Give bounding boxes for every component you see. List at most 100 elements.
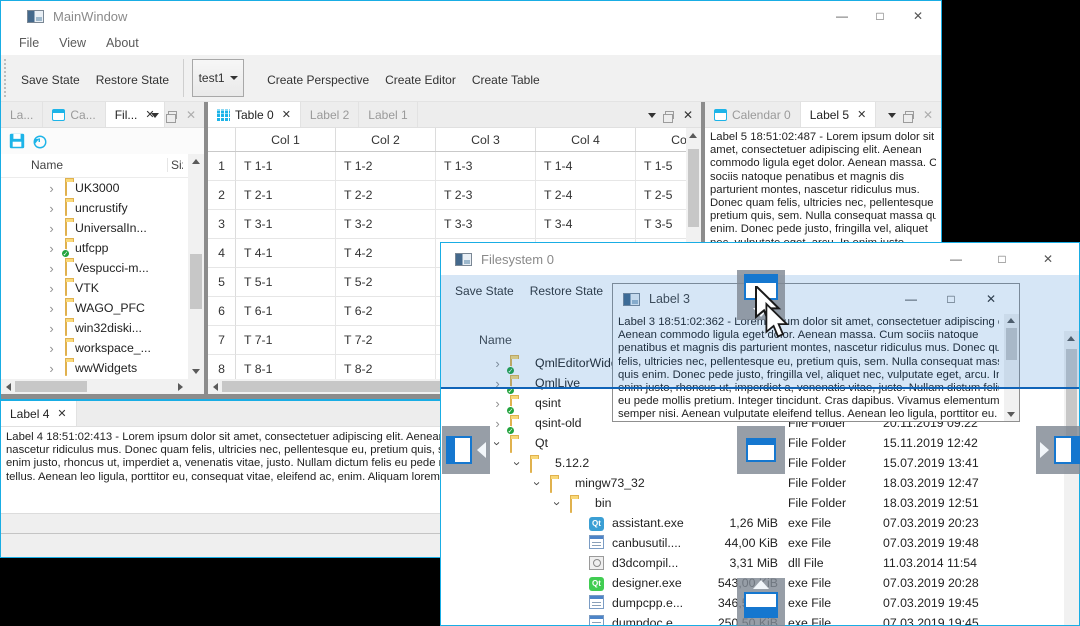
table-cell[interactable]: T 2-4 (536, 181, 636, 210)
tab-close-icon[interactable]: ✕ (857, 108, 866, 121)
toolbar-button[interactable]: Create Editor (377, 67, 464, 90)
dock-tab[interactable]: Label 2 ✕ (301, 102, 360, 127)
tab-close-icon[interactable]: ✕ (57, 407, 66, 420)
save-state-icon[interactable] (9, 133, 25, 149)
tree-header-size[interactable]: Size (167, 158, 183, 172)
restore-state-icon[interactable] (33, 135, 47, 149)
tab-menu-button[interactable] (647, 112, 656, 118)
expand-chevron-icon[interactable] (551, 497, 564, 510)
table-cell[interactable]: T 2-1 (236, 181, 336, 210)
tree-item[interactable]: ✓ Vespucci-m... (1, 258, 188, 278)
tab-menu-button[interactable] (150, 112, 159, 118)
table-cell[interactable]: T 4-2 (336, 239, 436, 268)
dock-tab[interactable]: La... ✕ (1, 102, 44, 127)
tree-header-name[interactable]: Name (31, 158, 63, 172)
table-cell[interactable]: T 3-4 (536, 210, 636, 239)
table-cell[interactable]: T 4-1 (236, 239, 336, 268)
close-dock-button[interactable]: ✕ (683, 108, 693, 122)
tree-item[interactable]: ✓ VTK (1, 278, 188, 298)
menu-item[interactable]: View (49, 36, 96, 50)
row-number[interactable]: 8 (208, 355, 236, 379)
table-cell[interactable]: T 5-1 (236, 268, 336, 297)
row-number[interactable]: 5 (208, 268, 236, 297)
tab-menu-button[interactable] (887, 112, 896, 118)
toolbar-button[interactable]: Create Table (464, 67, 548, 90)
row-number[interactable]: 7 (208, 326, 236, 355)
expand-chevron-icon[interactable] (491, 437, 504, 450)
menu-item[interactable]: File (9, 36, 49, 50)
table-column-header[interactable]: Col 2 (336, 128, 436, 151)
dock-tab[interactable]: Ca... ✕ (43, 102, 106, 127)
table-cell[interactable]: T 3-1 (236, 210, 336, 239)
tree-item[interactable]: ✓ utfcpp (1, 238, 188, 258)
expand-chevron-icon[interactable] (45, 302, 58, 315)
dock-tab[interactable]: Calendar 0 ✕ (705, 102, 801, 127)
drop-indicator-bottom[interactable] (737, 578, 785, 626)
table-cell[interactable]: T 1-1 (236, 152, 336, 181)
dock-tab[interactable]: Table 0 ✕ (208, 102, 301, 127)
tree-item[interactable]: ✓ UK3000 (1, 178, 188, 198)
toolbar-handle[interactable] (4, 59, 9, 97)
filesystem-row[interactable]: ✓ assistant.exe 1,26 MiB exe File 07.03.… (441, 513, 1064, 533)
expand-chevron-icon[interactable] (45, 362, 58, 375)
table-column-header[interactable]: Col 5 (636, 128, 686, 151)
expand-chevron-icon[interactable] (45, 222, 58, 235)
table-cell[interactable]: T 7-1 (236, 326, 336, 355)
table-cell[interactable]: T 1-4 (536, 152, 636, 181)
expand-chevron-icon[interactable] (45, 202, 58, 215)
table-cell[interactable]: T 3-2 (336, 210, 436, 239)
close-dock-button[interactable]: ✕ (186, 108, 196, 122)
drop-indicator-right[interactable] (1036, 426, 1080, 474)
toolbar-button[interactable]: Create Perspective (259, 67, 377, 90)
table-column-header[interactable]: Col 4 (536, 128, 636, 151)
expand-chevron-icon[interactable] (45, 282, 58, 295)
table-cell[interactable]: T 3-5 (636, 210, 686, 239)
table-cell[interactable]: T 6-1 (236, 297, 336, 326)
menu-item[interactable]: About (96, 36, 149, 50)
toolbar-button[interactable]: Save State (13, 67, 88, 90)
float-dock-button[interactable] (165, 111, 177, 123)
expand-chevron-icon[interactable] (45, 182, 58, 195)
maximize-button[interactable]: □ (979, 248, 1025, 270)
filesystem-row[interactable]: ✓ mingw73_32 File Folder 18.03.2019 12:4… (441, 473, 1064, 493)
horizontal-scrollbar[interactable] (1, 379, 188, 394)
expand-chevron-icon[interactable] (491, 397, 504, 410)
expand-chevron-icon[interactable] (45, 342, 58, 355)
dock-tab[interactable]: Label 1 ✕ (359, 102, 418, 127)
table-cell[interactable]: T 8-1 (236, 355, 336, 379)
vertical-scrollbar[interactable] (188, 154, 204, 379)
dock-tab[interactable]: Label 5 ✕ (800, 102, 877, 127)
float-dock-button[interactable] (662, 111, 674, 123)
expand-chevron-icon[interactable] (511, 457, 524, 470)
tab-close-icon[interactable]: ✕ (282, 108, 291, 121)
dock-tab[interactable]: Label 4 ✕ (1, 401, 77, 426)
row-number[interactable]: 1 (208, 152, 236, 181)
drop-indicator-left[interactable] (442, 426, 490, 474)
drop-indicator-center[interactable] (737, 426, 785, 474)
tree-item[interactable]: ✓ WAGO_PFC (1, 298, 188, 318)
table-column-header[interactable]: Col 3 (436, 128, 536, 151)
minimize-button[interactable]: — (933, 248, 979, 270)
row-number[interactable]: 4 (208, 239, 236, 268)
tree-item[interactable]: ✓ workspace_... (1, 338, 188, 358)
table-cell[interactable]: T 1-5 (636, 152, 686, 181)
main-titlebar[interactable]: MainWindow — □ ✕ (1, 1, 941, 31)
tree-item[interactable]: ✓ win32diski... (1, 318, 188, 338)
table-cell[interactable]: T 8-2 (336, 355, 436, 379)
filesystem-row[interactable]: ✓ bin File Folder 18.03.2019 12:51 (441, 493, 1064, 513)
close-dock-button[interactable]: ✕ (923, 108, 933, 122)
table-cell[interactable]: T 2-5 (636, 181, 686, 210)
expand-chevron-icon[interactable] (45, 262, 58, 275)
expand-chevron-icon[interactable] (45, 322, 58, 335)
filesystem-row[interactable]: ✓ canbusutil.... 44,00 KiB exe File 07.0… (441, 533, 1064, 553)
close-button[interactable]: ✕ (1025, 248, 1071, 270)
table-cell[interactable]: T 5-2 (336, 268, 436, 297)
table-cell[interactable]: T 7-2 (336, 326, 436, 355)
toolbar-button[interactable]: Restore State (88, 67, 177, 90)
expand-chevron-icon[interactable] (45, 242, 58, 255)
expand-chevron-icon[interactable] (531, 477, 544, 490)
table-cell[interactable]: T 3-3 (436, 210, 536, 239)
tree-item[interactable]: ✓ UniversalIn... (1, 218, 188, 238)
minimize-button[interactable]: — (823, 5, 861, 27)
perspective-select[interactable]: test1 (192, 59, 245, 97)
